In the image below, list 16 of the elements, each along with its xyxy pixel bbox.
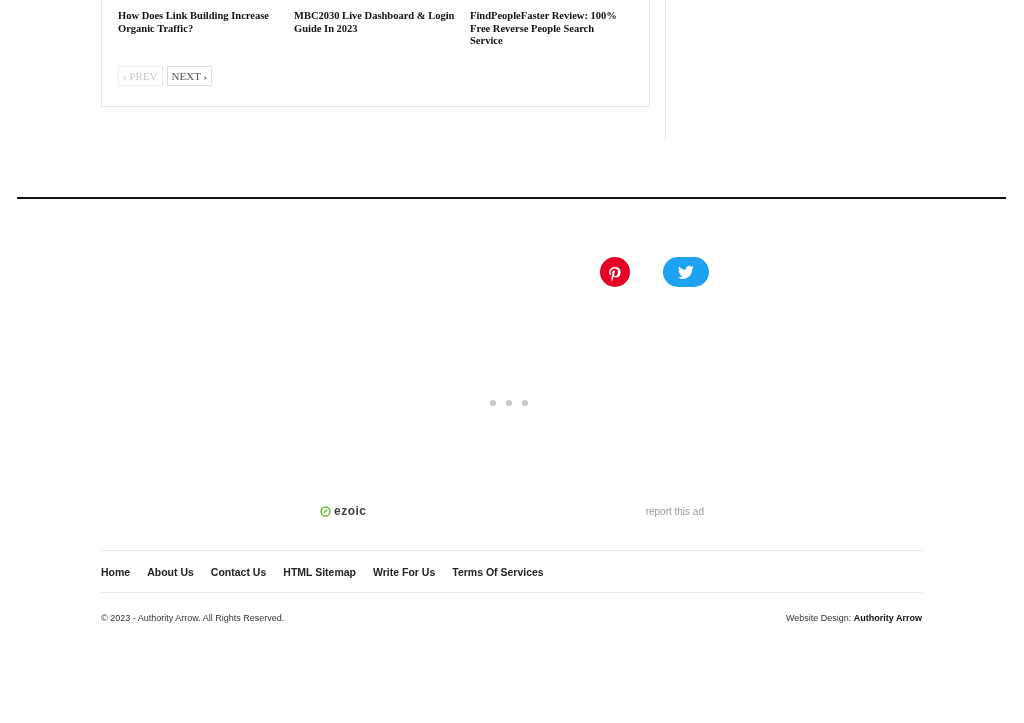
twitter-icon[interactable] — [663, 257, 709, 287]
footer-nav-link[interactable]: HTML Sitemap — [283, 566, 357, 578]
footer-nav-link[interactable]: Home — [101, 566, 131, 578]
pinterest-icon[interactable] — [600, 257, 630, 287]
post-title-link[interactable]: How Does Link Building Increase Organic Traffic? — [118, 10, 294, 48]
post-title-link[interactable]: FindPeopleFaster Review: 100% Free Reverse People Search Service — [470, 10, 630, 48]
footer-nav-link[interactable]: About Us — [147, 566, 194, 578]
footer-nav-link[interactable]: Terms Of Services — [452, 566, 544, 578]
footer-nav-link[interactable]: Write For Us — [373, 566, 436, 578]
copyright-text: © 2023 - Authority Arrow. All Rights Reserved. — [101, 613, 285, 623]
post-title-link[interactable]: MBC2030 Live Dashboard & Login Guide In 2023 — [294, 10, 470, 48]
ezoic-logo: ezoic — [320, 504, 367, 518]
loading-dots-icon — [490, 400, 528, 406]
design-credit: Website Design: Authority Arrow — [785, 613, 922, 623]
next-button[interactable]: NEXT › — [166, 65, 213, 86]
footer-nav-link[interactable]: Contact Us — [210, 566, 267, 578]
